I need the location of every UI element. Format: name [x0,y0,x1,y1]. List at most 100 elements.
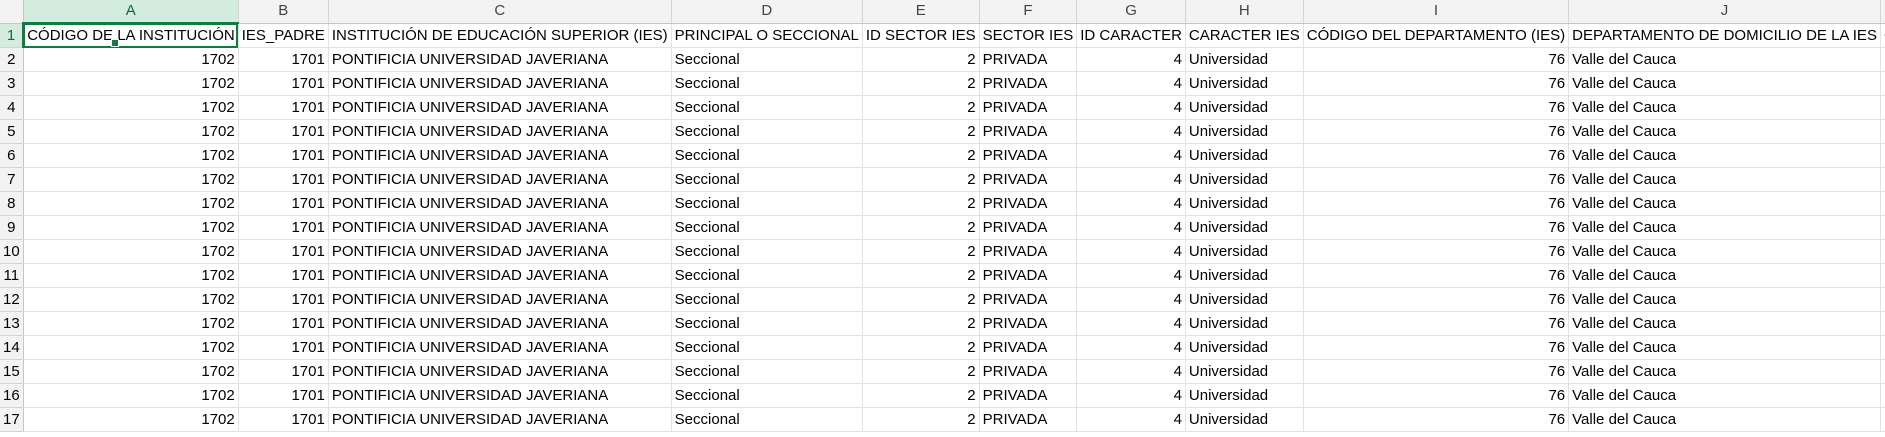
cell-b17[interactable]: 1701 [238,407,329,432]
cell-c16[interactable]: PONTIFICIA UNIVERSIDAD JAVERIANA [328,383,672,408]
cell-d3[interactable]: Seccional [671,71,863,96]
cell-k5[interactable]: 76001 [1880,119,1885,144]
cell-f3[interactable]: PRIVADA [979,71,1078,96]
column-header-b[interactable]: B [238,0,329,24]
select-all-corner[interactable] [0,0,24,24]
column-header-a[interactable]: A [23,0,239,24]
cell-g7[interactable]: 4 [1076,167,1186,192]
cell-a13[interactable]: 1702 [23,311,239,336]
row-header-14[interactable]: 14 [0,335,24,360]
cell-h12[interactable]: Universidad [1185,287,1304,312]
cell-d8[interactable]: Seccional [671,191,863,216]
cell-j7[interactable]: Valle del Cauca [1568,167,1881,192]
cell-i7[interactable]: 76 [1303,167,1570,192]
row-header-9[interactable]: 9 [0,215,24,240]
cell-f5[interactable]: PRIVADA [979,119,1078,144]
cell-b7[interactable]: 1701 [238,167,329,192]
cell-e15[interactable]: 2 [862,359,980,384]
cell-h4[interactable]: Universidad [1185,95,1304,120]
cell-c14[interactable]: PONTIFICIA UNIVERSIDAD JAVERIANA [328,335,672,360]
cell-b10[interactable]: 1701 [238,239,329,264]
cell-d6[interactable]: Seccional [671,143,863,168]
cell-j6[interactable]: Valle del Cauca [1568,143,1881,168]
cell-h3[interactable]: Universidad [1185,71,1304,96]
cell-f14[interactable]: PRIVADA [979,335,1078,360]
cell-a12[interactable]: 1702 [23,287,239,312]
cell-e9[interactable]: 2 [862,215,980,240]
cell-g8[interactable]: 4 [1076,191,1186,216]
cell-k10[interactable]: 76001 [1880,239,1885,264]
cell-d2[interactable]: Seccional [671,47,863,72]
cell-j11[interactable]: Valle del Cauca [1568,263,1881,288]
cell-a15[interactable]: 1702 [23,359,239,384]
cell-e3[interactable]: 2 [862,71,980,96]
cell-i8[interactable]: 76 [1303,191,1570,216]
cell-a5[interactable]: 1702 [23,119,239,144]
column-header-h[interactable]: H [1185,0,1304,24]
cell-h17[interactable]: Universidad [1185,407,1304,432]
cell-e2[interactable]: 2 [862,47,980,72]
cell-d5[interactable]: Seccional [671,119,863,144]
cell-b14[interactable]: 1701 [238,335,329,360]
cell-g11[interactable]: 4 [1076,263,1186,288]
cell-i6[interactable]: 76 [1303,143,1570,168]
cell-c6[interactable]: PONTIFICIA UNIVERSIDAD JAVERIANA [328,143,672,168]
cell-j10[interactable]: Valle del Cauca [1568,239,1881,264]
cell-b5[interactable]: 1701 [238,119,329,144]
cell-a16[interactable]: 1702 [23,383,239,408]
cell-j2[interactable]: Valle del Cauca [1568,47,1881,72]
cell-f7[interactable]: PRIVADA [979,167,1078,192]
cell-h14[interactable]: Universidad [1185,335,1304,360]
cell-h6[interactable]: Universidad [1185,143,1304,168]
cell-k13[interactable]: 76001 [1880,311,1885,336]
cell-e6[interactable]: 2 [862,143,980,168]
row-header-11[interactable]: 11 [0,263,24,288]
cell-j3[interactable]: Valle del Cauca [1568,71,1881,96]
fill-handle[interactable] [111,39,119,47]
column-header-d[interactable]: D [671,0,863,24]
cell-f12[interactable]: PRIVADA [979,287,1078,312]
cell-e4[interactable]: 2 [862,95,980,120]
cell-c4[interactable]: PONTIFICIA UNIVERSIDAD JAVERIANA [328,95,672,120]
cell-c11[interactable]: PONTIFICIA UNIVERSIDAD JAVERIANA [328,263,672,288]
cell-a11[interactable]: 1702 [23,263,239,288]
row-header-10[interactable]: 10 [0,239,24,264]
cell-k15[interactable]: 76001 [1880,359,1885,384]
cell-h8[interactable]: Universidad [1185,191,1304,216]
cell-h13[interactable]: Universidad [1185,311,1304,336]
cell-a10[interactable]: 1702 [23,239,239,264]
cell-g10[interactable]: 4 [1076,239,1186,264]
row-header-13[interactable]: 13 [0,311,24,336]
cell-i10[interactable]: 76 [1303,239,1570,264]
cell-a3[interactable]: 1702 [23,71,239,96]
cell-c9[interactable]: PONTIFICIA UNIVERSIDAD JAVERIANA [328,215,672,240]
cell-b16[interactable]: 1701 [238,383,329,408]
cell-b4[interactable]: 1701 [238,95,329,120]
cell-j15[interactable]: Valle del Cauca [1568,359,1881,384]
cell-k2[interactable]: 76001 [1880,47,1885,72]
cell-i4[interactable]: 76 [1303,95,1570,120]
cell-d16[interactable]: Seccional [671,383,863,408]
column-header-k[interactable]: K [1880,0,1885,24]
cell-e11[interactable]: 2 [862,263,980,288]
cell-e14[interactable]: 2 [862,335,980,360]
cell-d4[interactable]: Seccional [671,95,863,120]
column-header-c[interactable]: C [328,0,672,24]
cell-f2[interactable]: PRIVADA [979,47,1078,72]
cell-b11[interactable]: 1701 [238,263,329,288]
cell-f4[interactable]: PRIVADA [979,95,1078,120]
cell-g9[interactable]: 4 [1076,215,1186,240]
cell-h10[interactable]: Universidad [1185,239,1304,264]
cell-c17[interactable]: PONTIFICIA UNIVERSIDAD JAVERIANA [328,407,672,432]
cell-g16[interactable]: 4 [1076,383,1186,408]
cell-c8[interactable]: PONTIFICIA UNIVERSIDAD JAVERIANA [328,191,672,216]
column-header-j[interactable]: J [1568,0,1881,24]
cell-h11[interactable]: Universidad [1185,263,1304,288]
cell-e10[interactable]: 2 [862,239,980,264]
cell-f8[interactable]: PRIVADA [979,191,1078,216]
cell-f15[interactable]: PRIVADA [979,359,1078,384]
cell-d7[interactable]: Seccional [671,167,863,192]
cell-j1[interactable]: DEPARTAMENTO DE DOMICILIO DE LA IES [1568,23,1881,48]
cell-c13[interactable]: PONTIFICIA UNIVERSIDAD JAVERIANA [328,311,672,336]
cell-j16[interactable]: Valle del Cauca [1568,383,1881,408]
